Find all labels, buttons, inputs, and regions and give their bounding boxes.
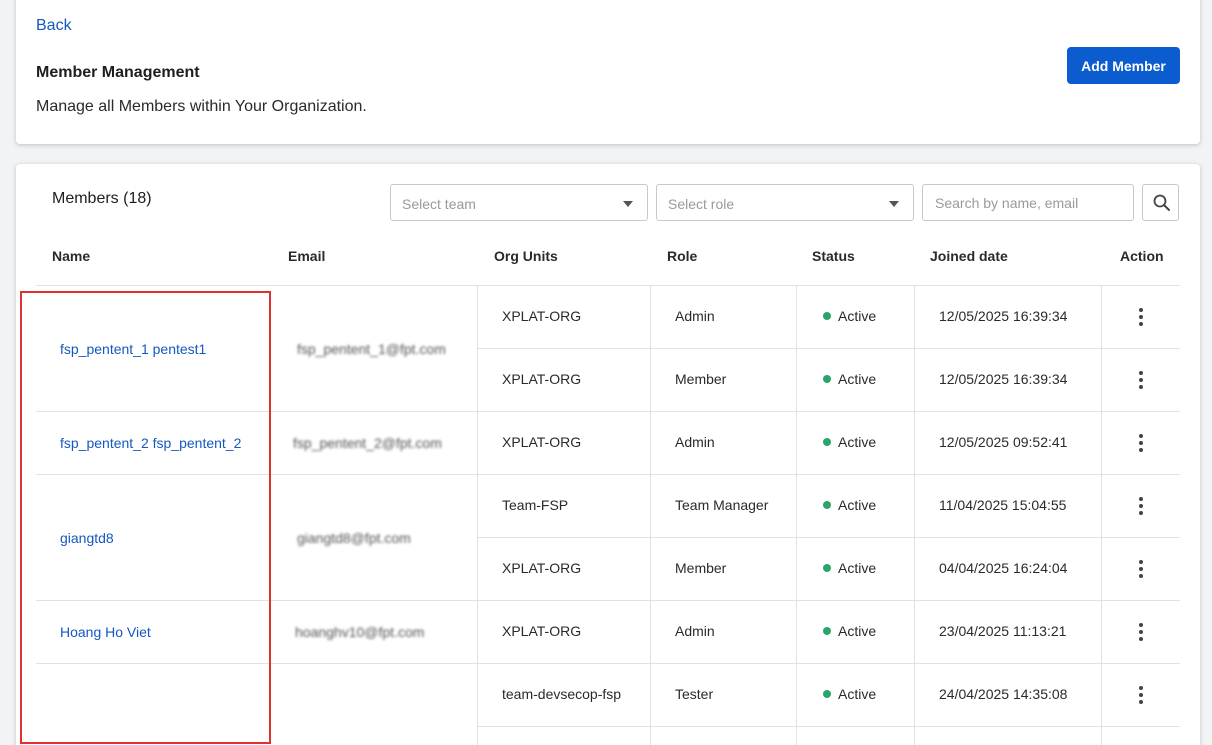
page-title: Member Management (36, 64, 200, 81)
joined-date-cell: 12/05/2025 16:39:34 (939, 308, 1068, 324)
role-cell: Member (675, 560, 727, 576)
joined-date-cell: 24/04/2025 14:35:08 (939, 686, 1068, 702)
column-divider (796, 285, 797, 745)
role-cell: Tester (675, 686, 714, 702)
role-cell: Member (675, 371, 727, 387)
members-count: Members (18) (52, 190, 152, 207)
search-button[interactable] (1142, 184, 1179, 221)
member-email: fsp_pentent_2@fpt.com (293, 435, 442, 451)
joined-date-cell: 12/05/2025 16:39:34 (939, 371, 1068, 387)
status-dot-icon (823, 375, 831, 383)
column-divider (1101, 285, 1102, 745)
status-badge: Active (823, 560, 876, 576)
status-badge: Active (823, 497, 876, 513)
status-dot-icon (823, 438, 831, 446)
more-vertical-icon[interactable] (1131, 368, 1151, 392)
status-badge: Active (823, 371, 876, 387)
header-card: Back Member Management Manage all Member… (16, 0, 1200, 144)
search-icon (1153, 194, 1170, 211)
header-divider (36, 285, 1180, 286)
column-header-name: Name (52, 248, 91, 264)
joined-date-cell: 04/04/2025 16:24:04 (939, 560, 1068, 576)
more-vertical-icon[interactable] (1131, 620, 1151, 644)
team-select[interactable]: Select team (390, 184, 648, 221)
status-badge: Active (823, 434, 876, 450)
org-unit-cell: XPLAT-ORG (502, 371, 582, 387)
role-cell: Admin (675, 434, 715, 450)
org-unit-cell: Team-FSP (502, 497, 569, 513)
org-unit-cell: XPLAT-ORG (502, 560, 582, 576)
role-cell: Admin (675, 308, 715, 324)
column-header-joined-date: Joined date (930, 248, 1008, 264)
more-vertical-icon[interactable] (1131, 431, 1151, 455)
status-badge: Active (823, 308, 876, 324)
role-cell: Team Manager (675, 497, 769, 513)
org-unit-cell: team-devsecop-fsp (502, 686, 622, 702)
member-email: fsp_pentent_1@fpt.com (297, 341, 446, 357)
joined-date-cell: 12/05/2025 09:52:41 (939, 434, 1068, 450)
status-dot-icon (823, 501, 831, 509)
chevron-down-icon (623, 201, 633, 207)
column-header-org-units: Org Units (494, 248, 558, 264)
member-email: giangtd8@fpt.com (297, 530, 411, 546)
more-vertical-icon[interactable] (1131, 683, 1151, 707)
row-divider (477, 726, 1180, 727)
column-divider (914, 285, 915, 745)
back-link[interactable]: Back (36, 17, 72, 35)
joined-date-cell: 11/04/2025 15:04:55 (939, 497, 1067, 513)
column-divider (650, 285, 651, 745)
highlight-box (20, 291, 271, 744)
status-badge: Active (823, 623, 876, 639)
column-header-email: Email (288, 248, 326, 264)
role-cell: Admin (675, 623, 715, 639)
add-member-button[interactable]: Add Member (1067, 47, 1180, 84)
status-dot-icon (823, 627, 831, 635)
org-unit-cell: XPLAT-ORG (502, 434, 582, 450)
org-unit-cell: XPLAT-ORG (502, 623, 582, 639)
more-vertical-icon[interactable] (1131, 557, 1151, 581)
chevron-down-icon (889, 201, 899, 207)
column-divider (477, 285, 478, 745)
role-select-placeholder: Select role (668, 196, 735, 212)
column-header-action: Action (1120, 248, 1164, 264)
status-dot-icon (823, 312, 831, 320)
row-divider (477, 348, 1180, 349)
row-divider (477, 537, 1180, 538)
more-vertical-icon[interactable] (1131, 494, 1151, 518)
role-select[interactable]: Select role (656, 184, 914, 221)
team-select-placeholder: Select team (402, 196, 476, 212)
more-vertical-icon[interactable] (1131, 305, 1151, 329)
joined-date-cell: 23/04/2025 11:13:21 (939, 623, 1067, 639)
member-email: hoanghv10@fpt.com (295, 624, 425, 640)
status-dot-icon (823, 690, 831, 698)
column-header-role: Role (667, 248, 698, 264)
search-input[interactable] (922, 184, 1134, 221)
org-unit-cell: XPLAT-ORG (502, 308, 582, 324)
page-subtitle: Manage all Members within Your Organizat… (36, 98, 367, 115)
status-badge: Active (823, 686, 876, 702)
status-dot-icon (823, 564, 831, 572)
column-header-status: Status (812, 248, 855, 264)
